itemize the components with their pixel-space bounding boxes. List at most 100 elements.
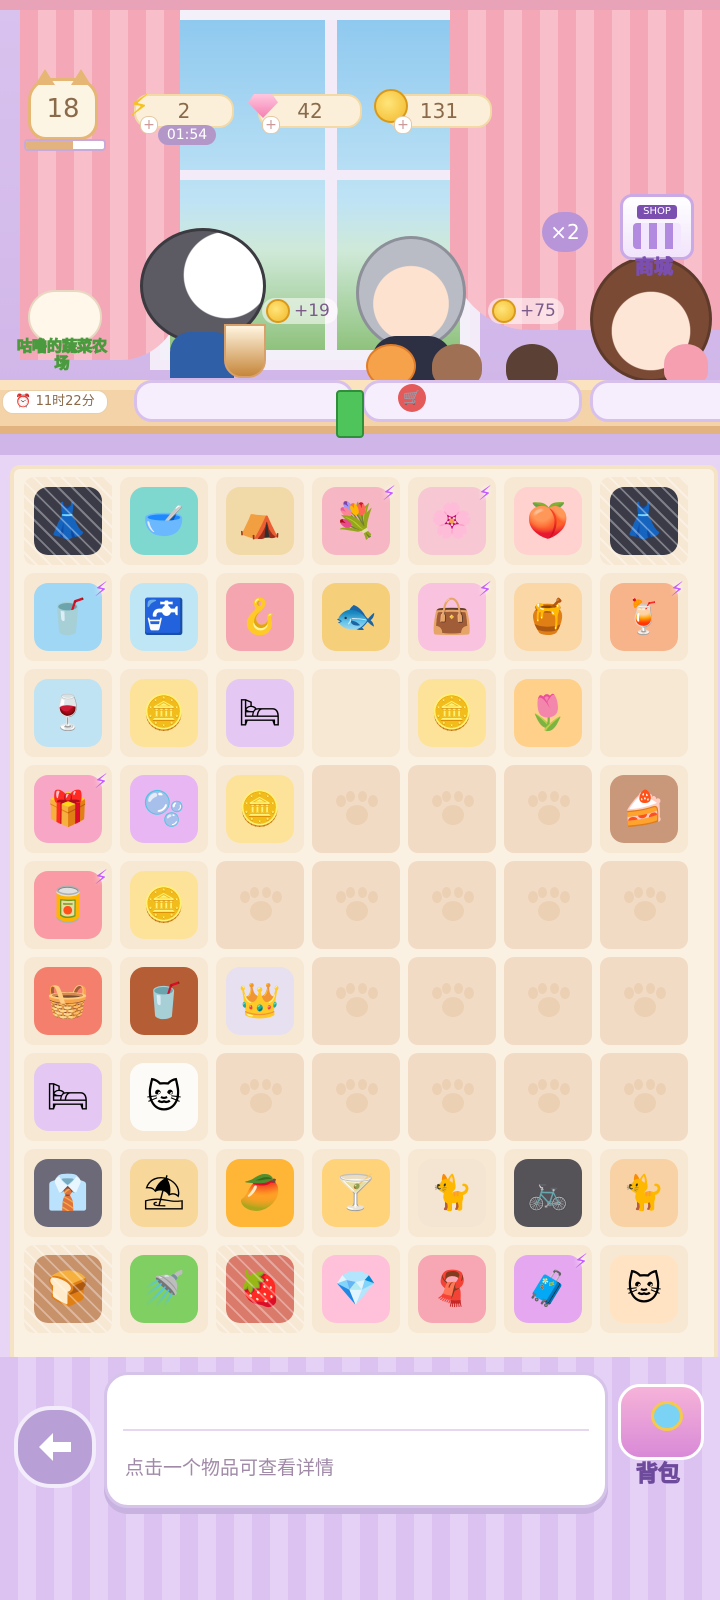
board-cell-8-0[interactable]: 🍞 <box>24 1245 112 1333</box>
order-slot-1[interactable] <box>134 380 354 422</box>
hanger-pink-icon: 🪝 <box>226 583 294 651</box>
board-cell-2-5[interactable]: 🌷 <box>504 669 592 757</box>
order-slot-3[interactable] <box>590 380 720 422</box>
board-cell-1-0[interactable]: 🥤 ⚡ <box>24 573 112 661</box>
gem-plus-button[interactable]: + <box>262 116 280 134</box>
board-cell-8-5[interactable]: 🧳 ⚡ <box>504 1245 592 1333</box>
board-cell-8-1[interactable]: 🚿 <box>120 1245 208 1333</box>
bike-dark-icon: 🚲 <box>514 1159 582 1227</box>
board-cell-7-1[interactable]: ⛱ <box>120 1149 208 1237</box>
water-dispenser-icon: 🚰 <box>130 583 198 651</box>
board-cell-6-1[interactable]: 🐱 <box>120 1053 208 1141</box>
board-cell-2-3[interactable] <box>312 669 400 757</box>
energy-plus-button[interactable]: + <box>140 116 158 134</box>
shop-button[interactable]: SHOP 商城 <box>614 194 694 280</box>
board-cell-8-6[interactable]: 🐱 <box>600 1245 688 1333</box>
coin-plus-button[interactable]: + <box>394 116 412 134</box>
arrow-left-icon <box>39 1433 71 1461</box>
board-cell-6-2 <box>216 1053 304 1141</box>
glass-icon: 🍹 <box>610 583 678 651</box>
board-cell-2-2[interactable]: 🛏 <box>216 669 304 757</box>
multiplier-badge: ×2 <box>542 212 588 252</box>
info-hint-text: 点击一个物品可查看详情 <box>125 1457 335 1479</box>
flower-box-icon: 💐 <box>322 487 390 555</box>
mango-juice-icon: 🥭 <box>226 1159 294 1227</box>
shirt-dress-icon: 👔 <box>34 1159 102 1227</box>
board-cell-3-3 <box>312 765 400 853</box>
board-cell-2-1[interactable]: 🪙 <box>120 669 208 757</box>
cart-icon[interactable]: 🛒 <box>398 384 426 412</box>
board-cell-8-2[interactable]: 🍓 <box>216 1245 304 1333</box>
board-cell-1-5[interactable]: 🍯 <box>504 573 592 661</box>
board-cell-5-0[interactable]: 🧺 <box>24 957 112 1045</box>
board-cell-0-5[interactable]: 🍑 <box>504 477 592 565</box>
board-cell-8-3[interactable]: 💎 <box>312 1245 400 1333</box>
board-cell-7-2[interactable]: 🥭 <box>216 1149 304 1237</box>
octopus-item <box>664 344 708 384</box>
order-slot-2[interactable] <box>362 380 582 422</box>
cocktail-icon: 🍸 <box>322 1159 390 1227</box>
coin-icon <box>266 299 290 323</box>
board-cell-0-0[interactable]: 👗 <box>24 477 112 565</box>
lucky-cat-icon: 🐱 <box>610 1255 678 1323</box>
energy-bolt-icon: ⚡ <box>93 577 108 601</box>
reward-grey-hair-man: +75 <box>488 298 564 324</box>
cat-calico-icon: 🐈 <box>610 1159 678 1227</box>
energy-bolt-icon: ⚡ <box>477 577 492 601</box>
board-cell-0-6[interactable]: 👗 <box>600 477 688 565</box>
board-cell-4-1[interactable]: 🪙 <box>120 861 208 949</box>
board-cell-5-1[interactable]: 🥤 <box>120 957 208 1045</box>
board-cell-3-6[interactable]: 🍰 <box>600 765 688 853</box>
board-cell-0-2[interactable]: ⛺ <box>216 477 304 565</box>
board-cell-6-0[interactable]: 🛏 <box>24 1053 112 1141</box>
coins-pile-icon: 🪙 <box>226 775 294 843</box>
bag-button[interactable]: 背包 <box>610 1384 706 1488</box>
energy-bolt-icon: ⚡ <box>669 577 684 601</box>
phone-card-icon[interactable] <box>336 390 364 438</box>
level-badge[interactable]: 18 <box>28 69 98 140</box>
paw-print-icon <box>526 1079 570 1115</box>
board-cell-2-4[interactable]: 🪙 <box>408 669 496 757</box>
xp-progress-bar <box>24 139 106 151</box>
board-cell-4-6 <box>600 861 688 949</box>
cup-icon: 🥤 <box>34 583 102 651</box>
board-cell-7-4[interactable]: 🐈 <box>408 1149 496 1237</box>
board-cell-7-6[interactable]: 🐈 <box>600 1149 688 1237</box>
pet-bed-purple-icon: 🛏 <box>226 679 294 747</box>
back-button[interactable] <box>14 1406 96 1488</box>
board-cell-3-1[interactable]: 🫧 <box>120 765 208 853</box>
energy-bolt-icon: ⚡ <box>573 1249 588 1273</box>
customer-cat-maid[interactable] <box>140 228 270 378</box>
item-info-panel: 点击一个物品可查看详情 <box>104 1372 608 1508</box>
board-cell-2-0[interactable]: 🍷 <box>24 669 112 757</box>
board-cell-1-1[interactable]: 🚰 <box>120 573 208 661</box>
board-cell-0-4[interactable]: 🌸 ⚡ <box>408 477 496 565</box>
board-cell-1-4[interactable]: 👜 ⚡ <box>408 573 496 661</box>
paw-print-icon <box>238 887 282 923</box>
flower-crate-icon: 🌸 <box>418 487 486 555</box>
watering-can-icon: 🚿 <box>130 1255 198 1323</box>
board-cell-6-3 <box>312 1053 400 1141</box>
board-cell-1-6[interactable]: 🍹 ⚡ <box>600 573 688 661</box>
paw-print-icon <box>430 983 474 1019</box>
board-cell-3-0[interactable]: 🎁 ⚡ <box>24 765 112 853</box>
board-cell-7-0[interactable]: 👔 <box>24 1149 112 1237</box>
paw-print-icon <box>622 983 666 1019</box>
coins-stack-icon: 🪙 <box>130 871 198 939</box>
board-cell-4-0[interactable]: 🥫 ⚡ <box>24 861 112 949</box>
board-cell-7-5[interactable]: 🚲 <box>504 1149 592 1237</box>
paw-print-icon <box>430 887 474 923</box>
board-cell-1-2[interactable]: 🪝 <box>216 573 304 661</box>
board-cell-2-6[interactable] <box>600 669 688 757</box>
board-cell-1-3[interactable]: 🐟 <box>312 573 400 661</box>
farm-event-button[interactable]: 咕噜的蔬菜农场 <box>10 290 110 372</box>
board-cell-3-2[interactable]: 🪙 <box>216 765 304 853</box>
board-cell-0-1[interactable]: 🥣 <box>120 477 208 565</box>
board-cell-4-5 <box>504 861 592 949</box>
board-cell-7-3[interactable]: 🍸 <box>312 1149 400 1237</box>
board-cell-8-4[interactable]: 🧣 <box>408 1245 496 1333</box>
cobweb-overlay <box>216 1245 304 1333</box>
board-cell-0-3[interactable]: 💐 ⚡ <box>312 477 400 565</box>
board-cell-5-2[interactable]: 👑 <box>216 957 304 1045</box>
grey-hair-man-avatar <box>356 236 466 350</box>
